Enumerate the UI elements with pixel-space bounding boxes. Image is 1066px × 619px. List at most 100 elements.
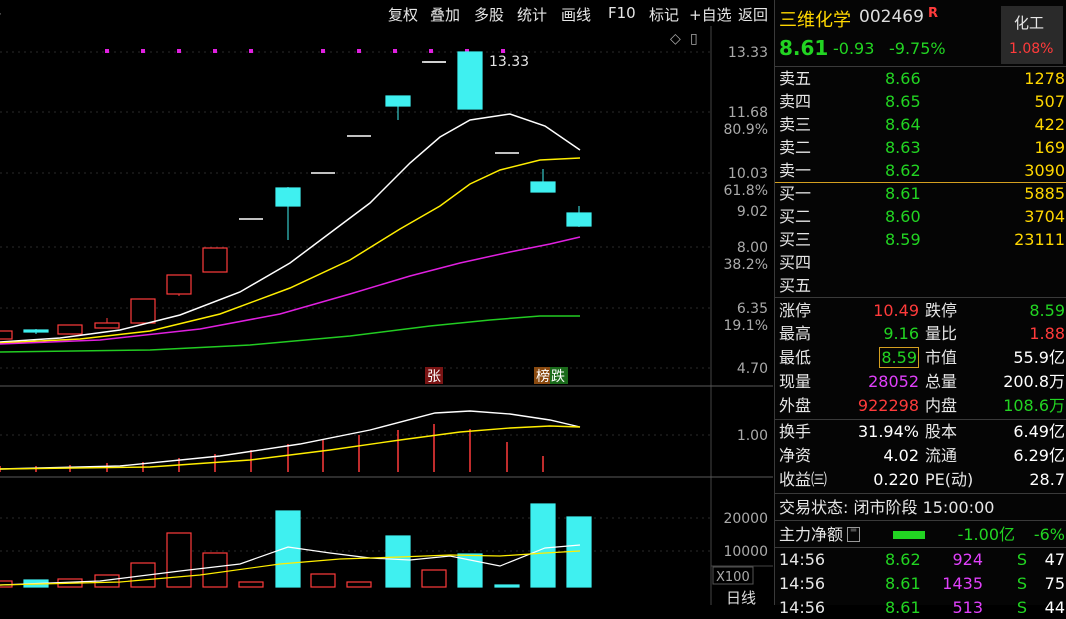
indicator-panel: [0, 410, 581, 472]
toolbar-diejia-button[interactable]: 叠加: [430, 4, 460, 25]
toolbar-zixuan-button[interactable]: +自选: [689, 4, 732, 25]
volume-bar: [310, 573, 336, 588]
tick-price: 8.62: [885, 550, 921, 569]
zhangting-value: 10.49: [873, 301, 919, 320]
guben-value: 6.49亿: [1013, 422, 1065, 441]
stats-row: 现量 28052 总量 200.8万: [775, 370, 1066, 393]
toolbar-fuquan-button[interactable]: 复权: [388, 4, 418, 25]
candle-body: [57, 324, 83, 335]
candle-body: [0, 330, 13, 340]
neipan-label: 内盘: [925, 396, 958, 415]
price-tick: 11.68: [728, 105, 768, 121]
volume-bar: [421, 569, 447, 588]
toolbar-huaxian-button[interactable]: 画线: [561, 4, 591, 25]
current-price: 8.61: [779, 36, 829, 60]
fib-tick: 38.2%: [724, 257, 768, 273]
volume-bar: [346, 581, 372, 588]
bid-row[interactable]: 买二 8.60 3704: [775, 205, 1066, 228]
net-flow-row[interactable]: 主力净额 ≡ -1.00亿 -6%: [775, 523, 1066, 546]
fib-tick: 80.9%: [724, 122, 768, 138]
signal-dot: [213, 49, 217, 53]
net-flow-bar: [893, 531, 925, 539]
ask-label: 卖五: [779, 69, 812, 88]
waipan-value: 922298: [857, 396, 919, 415]
zongliang-value: 200.8万: [1003, 372, 1065, 391]
toolbar-f10-button[interactable]: F10: [608, 4, 636, 22]
shizhi-label: 市值: [925, 348, 958, 367]
bid-row[interactable]: 买四: [775, 251, 1066, 274]
bid-row[interactable]: 买五: [775, 274, 1066, 297]
toolbar-edge-mark: -: [0, 4, 1, 22]
ask-row[interactable]: 卖一 8.62 3090: [775, 159, 1066, 182]
macd-dea-line: [0, 425, 581, 470]
volume-axis-tick: 10000: [723, 544, 768, 560]
sector-box[interactable]: 化工 1.08%: [1001, 6, 1063, 64]
ma-line: [0, 236, 581, 345]
tick-row: 14:56 8.61 513 S 44: [775, 596, 1066, 619]
bid-volume: 3704: [1024, 207, 1065, 226]
ask-volume: 169: [1034, 138, 1065, 157]
bid-price: 8.59: [885, 230, 921, 249]
toolbar-biaoji-button[interactable]: 标记: [649, 4, 679, 25]
bid-row[interactable]: 买一 8.61 5885: [775, 182, 1066, 205]
candle-body: [202, 247, 228, 273]
macd-dif-line: [0, 410, 581, 470]
event-markers: 张 榜 跌: [425, 367, 568, 385]
tick-num: 75: [1044, 574, 1065, 593]
dieting-value: 8.59: [1029, 301, 1065, 320]
signal-dot: [357, 49, 361, 53]
low-label: 最低: [779, 348, 812, 367]
liangbi-value: 1.88: [1029, 324, 1065, 343]
dieting-label: 跌停: [925, 301, 958, 320]
high-value: 9.16: [883, 324, 919, 343]
bid-volume: 5885: [1024, 184, 1065, 203]
trade-status: 交易状态: 闭市阶段 15:00:00: [779, 498, 995, 517]
pe-value: 28.7: [1029, 470, 1065, 489]
bid-row[interactable]: 买三 8.59 23111: [775, 228, 1066, 251]
panel-toggle-icon[interactable]: ▯: [690, 31, 698, 47]
candle-body: [457, 51, 483, 110]
toolbar-duogu-button[interactable]: 多股: [474, 4, 504, 25]
volume-bar: [457, 553, 483, 588]
toolbar-tongji-button[interactable]: 统计: [517, 4, 547, 25]
tick-side: S: [1016, 598, 1027, 617]
sector-change: 1.08%: [1009, 41, 1054, 57]
net-flow-pct: -6%: [1033, 525, 1065, 544]
tick-row: 14:56 8.62 924 S 47: [775, 548, 1066, 571]
tick-vol: 924: [952, 550, 983, 569]
diamond-icon[interactable]: ◇: [670, 31, 681, 47]
volume-bar: [238, 581, 264, 588]
price-tick: 13.33: [728, 45, 768, 61]
kline-chart[interactable]: ◇ ▯ 13.33 张 榜 跌 13.33 11.68 80.9% 10.03 …: [0, 26, 773, 605]
ask-row[interactable]: 卖五 8.66 1278: [775, 67, 1066, 90]
signal-dot: [141, 49, 145, 53]
die-marker: 跌: [551, 369, 565, 385]
ask-row[interactable]: 卖二 8.63 169: [775, 136, 1066, 159]
zhangting-label: 涨停: [779, 301, 812, 320]
tick-time: 14:56: [779, 598, 826, 617]
ask-price: 8.62: [885, 161, 921, 180]
tick-side: S: [1016, 574, 1027, 593]
liutong-value: 6.29亿: [1013, 446, 1065, 465]
stats-row: 换手 31.94% 股本 6.49亿: [775, 420, 1066, 443]
fib-tick: 61.8%: [724, 183, 768, 199]
tick-vol: 1435: [942, 574, 983, 593]
tick-row: 14:56 8.61 1435 S 75: [775, 572, 1066, 595]
bid-label: 买四: [779, 253, 812, 272]
tick-vol: 513: [952, 598, 983, 617]
ask-row[interactable]: 卖四 8.65 507: [775, 90, 1066, 113]
list-icon[interactable]: ≡: [847, 526, 860, 542]
high-price-label: 13.33: [489, 54, 529, 70]
candlesticks: [0, 51, 592, 340]
ma-line: [0, 157, 581, 344]
shouyi-value: 0.220: [873, 470, 919, 489]
ask-label: 卖四: [779, 92, 812, 111]
period-label[interactable]: 日线: [726, 589, 756, 605]
bid-price: 8.60: [885, 207, 921, 226]
volume-bar: [275, 510, 301, 588]
ask-volume: 507: [1034, 92, 1065, 111]
candle-body: [130, 298, 156, 324]
ask-row[interactable]: 卖三 8.64 422: [775, 113, 1066, 136]
huanshou-label: 换手: [779, 422, 812, 441]
toolbar-fanhui-button[interactable]: 返回: [738, 4, 768, 25]
